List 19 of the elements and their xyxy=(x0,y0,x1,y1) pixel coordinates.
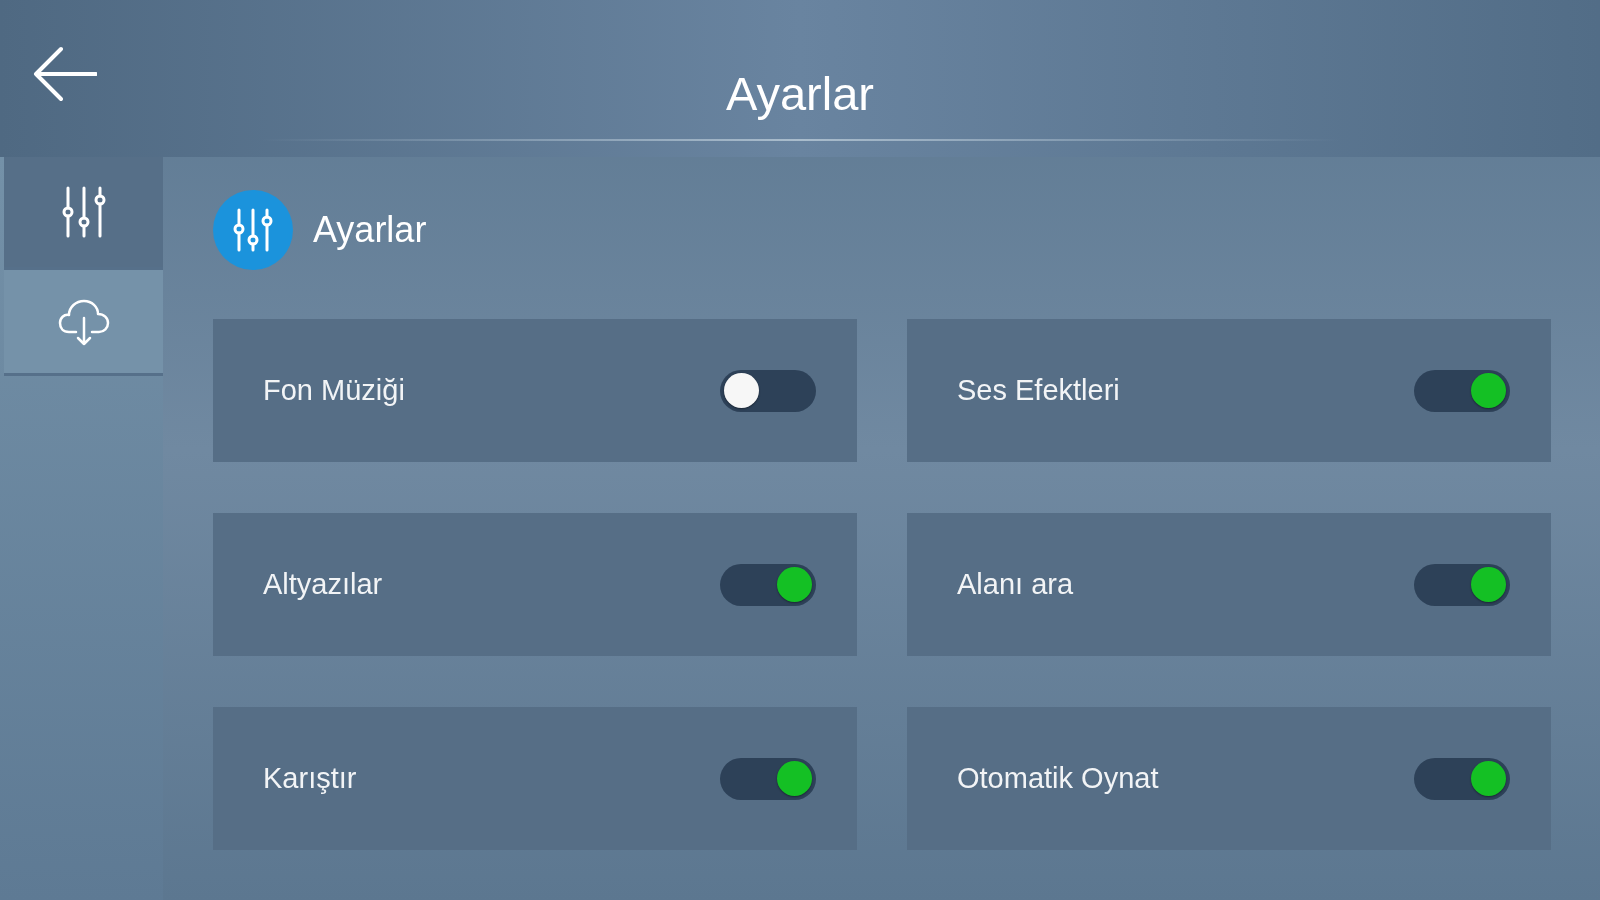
toggle-switch[interactable] xyxy=(1414,757,1510,800)
setting-label: Alanı ara xyxy=(957,566,1074,602)
sidebar-tab[interactable] xyxy=(4,157,163,270)
toggle-switch[interactable] xyxy=(1414,563,1510,606)
setting-label: Otomatik Oynat xyxy=(957,760,1159,796)
sliders-icon xyxy=(213,190,293,270)
section-title: Ayarlar xyxy=(313,212,427,248)
setting-label: Altyazılar xyxy=(263,566,383,602)
toggle-switch[interactable] xyxy=(720,369,816,412)
toggle-switch[interactable] xyxy=(720,563,816,606)
cloud-download-icon xyxy=(57,297,110,346)
setting-label: Karıştır xyxy=(263,760,357,796)
sidebar-tab[interactable] xyxy=(4,270,163,376)
arrow-left-icon xyxy=(33,46,97,102)
toggle-switch[interactable] xyxy=(720,757,816,800)
toggle-switch[interactable] xyxy=(1414,369,1510,412)
back-button[interactable] xyxy=(33,46,97,102)
setting-label: Fon Müziği xyxy=(263,372,405,408)
setting-label: Ses Efektleri xyxy=(957,372,1120,408)
